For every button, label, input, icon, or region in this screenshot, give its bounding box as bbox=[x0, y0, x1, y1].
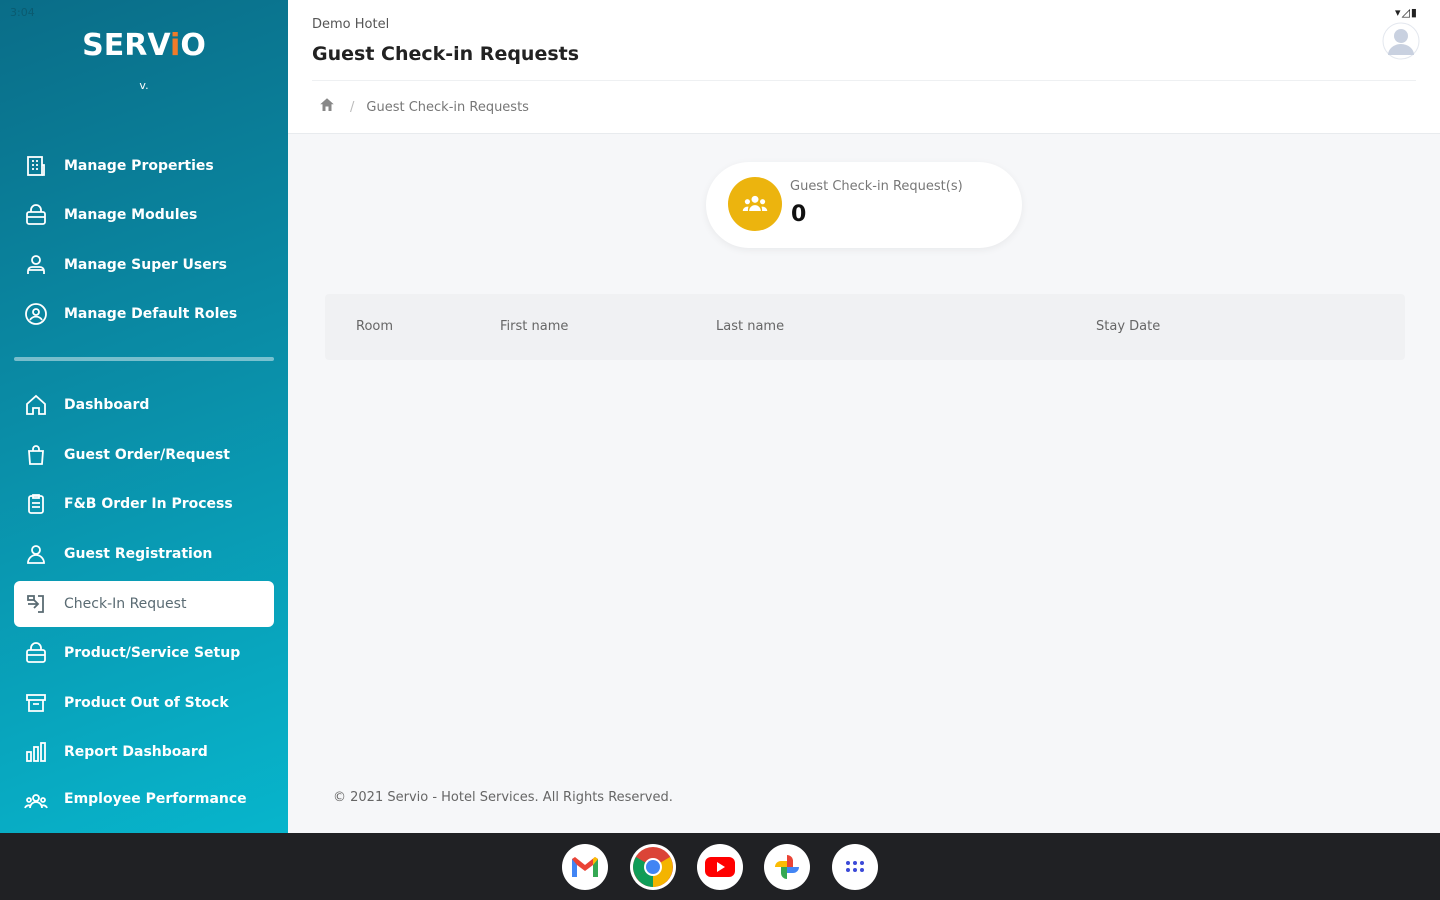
building-icon bbox=[22, 152, 50, 180]
sidebar-item-label: Manage Super Users bbox=[64, 257, 227, 273]
sidebar: SERViO v. Manage Properties Manage Modul… bbox=[0, 0, 288, 833]
column-header-stay-date[interactable]: Stay Date bbox=[1096, 319, 1160, 334]
page-title: Guest Check-in Requests bbox=[312, 43, 580, 65]
bar-chart-icon bbox=[22, 738, 50, 766]
avatar[interactable] bbox=[1382, 22, 1420, 60]
breadcrumb: / Guest Check-in Requests bbox=[318, 96, 529, 118]
chrome-icon[interactable] bbox=[630, 844, 676, 890]
bag-icon bbox=[22, 639, 50, 667]
hotel-name: Demo Hotel bbox=[312, 17, 390, 32]
checkin-count-card: Guest Check-in Request(s) 0 bbox=[706, 162, 1022, 248]
sidebar-item-product-setup[interactable]: Product/Service Setup bbox=[14, 630, 274, 676]
taskbar bbox=[0, 833, 1440, 900]
bag-icon bbox=[22, 201, 50, 229]
shopping-bag-icon bbox=[22, 441, 50, 469]
sidebar-item-label: Report Dashboard bbox=[64, 744, 208, 760]
archive-icon bbox=[22, 689, 50, 717]
sidebar-item-label: Product/Service Setup bbox=[64, 645, 241, 661]
youtube-icon[interactable] bbox=[697, 844, 743, 890]
sidebar-item-manage-default-roles[interactable]: Manage Default Roles bbox=[14, 291, 274, 337]
breadcrumb-current: Guest Check-in Requests bbox=[366, 99, 529, 115]
sidebar-divider bbox=[14, 357, 274, 361]
sidebar-item-manage-super-users[interactable]: Manage Super Users bbox=[14, 242, 274, 288]
sidebar-item-out-of-stock[interactable]: Product Out of Stock bbox=[14, 680, 274, 726]
brand-logo: SERViO bbox=[82, 28, 206, 63]
sidebar-item-label: F&B Order In Process bbox=[64, 496, 233, 512]
app-version: v. bbox=[139, 79, 149, 92]
breadcrumb-separator: / bbox=[350, 99, 355, 115]
status-time: 3:04 bbox=[10, 6, 35, 19]
user-circle-icon bbox=[22, 300, 50, 328]
photos-icon[interactable] bbox=[764, 844, 810, 890]
sidebar-item-check-in-request[interactable]: Check-In Request bbox=[14, 581, 274, 627]
sidebar-item-label: Check-In Request bbox=[64, 596, 187, 612]
page-header: Demo Hotel Guest Check-in Requests / Gue… bbox=[288, 0, 1440, 134]
clipboard-icon bbox=[22, 490, 50, 518]
sidebar-item-report-dashboard[interactable]: Report Dashboard bbox=[14, 729, 274, 775]
sidebar-item-guest-registration[interactable]: Guest Registration bbox=[14, 531, 274, 577]
sidebar-item-employee-performance[interactable]: Employee Performance bbox=[14, 776, 274, 822]
sidebar-item-label: Manage Default Roles bbox=[64, 306, 238, 322]
column-header-first-name[interactable]: First name bbox=[500, 319, 568, 334]
gmail-icon[interactable] bbox=[562, 844, 608, 890]
user-icon bbox=[22, 540, 50, 568]
sign-in-icon bbox=[22, 590, 50, 618]
sidebar-item-label: Product Out of Stock bbox=[64, 695, 229, 711]
sidebar-item-manage-modules[interactable]: Manage Modules bbox=[14, 192, 274, 238]
sidebar-item-label: Dashboard bbox=[64, 397, 150, 413]
column-header-last-name[interactable]: Last name bbox=[716, 319, 784, 334]
sidebar-item-guest-order[interactable]: Guest Order/Request bbox=[14, 432, 274, 478]
home-icon bbox=[22, 391, 50, 419]
home-icon[interactable] bbox=[318, 96, 336, 118]
users-icon bbox=[22, 251, 50, 279]
sidebar-item-manage-properties[interactable]: Manage Properties bbox=[14, 143, 274, 189]
status-icons: ▾◿▮ bbox=[1394, 6, 1418, 19]
sidebar-item-label: Manage Properties bbox=[64, 158, 214, 174]
app-launcher-icon[interactable] bbox=[832, 844, 878, 890]
sidebar-item-label: Employee Performance bbox=[64, 791, 247, 807]
footer-copyright: © 2021 Servio - Hotel Services. All Righ… bbox=[333, 790, 673, 805]
sidebar-item-label: Manage Modules bbox=[64, 207, 198, 223]
team-icon bbox=[22, 785, 50, 813]
stat-label: Guest Check-in Request(s) bbox=[790, 179, 963, 194]
header-divider bbox=[312, 80, 1416, 81]
table-header: Room First name Last name Stay Date bbox=[325, 294, 1405, 360]
stat-value: 0 bbox=[791, 202, 807, 227]
sidebar-item-label: Guest Order/Request bbox=[64, 447, 230, 463]
sidebar-item-fb-order[interactable]: F&B Order In Process bbox=[14, 481, 274, 527]
group-icon bbox=[728, 177, 782, 231]
column-header-room[interactable]: Room bbox=[356, 319, 393, 334]
sidebar-item-label: Guest Registration bbox=[64, 546, 213, 562]
sidebar-item-dashboard[interactable]: Dashboard bbox=[14, 382, 274, 428]
